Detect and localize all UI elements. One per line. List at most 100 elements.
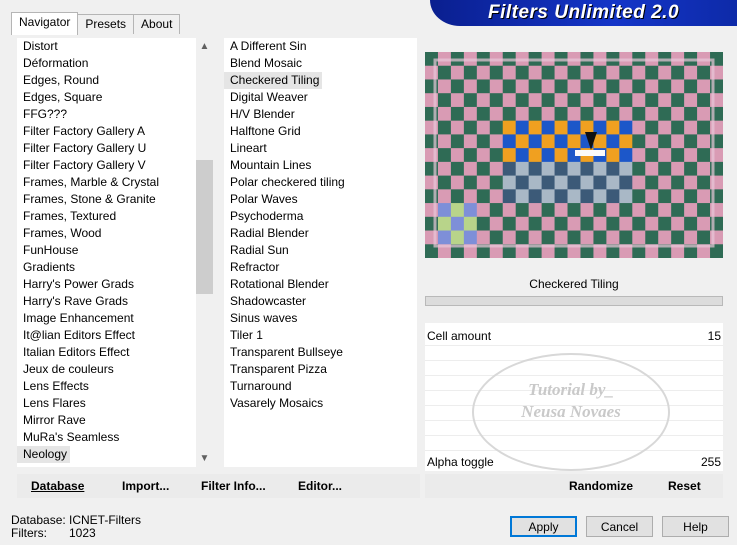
preview-cell (606, 175, 620, 190)
chevron-down-icon[interactable]: ▼ (196, 450, 213, 467)
category-item[interactable]: Image Enhancement (17, 310, 213, 327)
filter-item[interactable]: Radial Sun (224, 242, 417, 259)
category-item[interactable]: Gradients (17, 259, 213, 276)
preview-cell (645, 93, 659, 108)
preview-cell (632, 148, 646, 163)
randomize-button[interactable]: Randomize (569, 474, 633, 498)
category-item[interactable]: MuRa's Seamless (17, 429, 213, 446)
filter-item[interactable]: Refractor (224, 259, 417, 276)
preview-cell (580, 203, 594, 218)
reset-button[interactable]: Reset (668, 474, 701, 498)
category-item[interactable]: Frames, Textured (17, 208, 213, 225)
preview-cell (437, 120, 452, 135)
filter-item[interactable]: H/V Blender (224, 106, 417, 123)
category-item[interactable]: Edges, Square (17, 89, 213, 106)
filter-item[interactable]: Rotational Blender (224, 276, 417, 293)
database-button[interactable]: Database (31, 474, 84, 498)
category-item[interactable]: Filter Factory Gallery V (17, 157, 213, 174)
preview-cell (658, 79, 672, 94)
filter-item[interactable]: Polar checkered tiling (224, 174, 417, 191)
category-item[interactable]: Déformation (17, 55, 213, 72)
category-item[interactable]: Lens Effects (17, 378, 213, 395)
category-item[interactable]: Italian Editors Effect (17, 344, 213, 361)
filter-list[interactable]: A Different Sin Blend Mosaic Checkered Til… (224, 38, 417, 467)
filter-item[interactable]: Digital Weaver (224, 89, 417, 106)
filter-item[interactable]: Transparent Pizza (224, 361, 417, 378)
category-item[interactable]: Harry's Rave Grads (17, 293, 213, 310)
preview-cell (463, 161, 478, 177)
param-row-cell-amount[interactable]: Cell amount 15 (427, 328, 721, 344)
filter-item[interactable]: Lineart (224, 140, 417, 157)
preview-cell (450, 230, 465, 245)
filter-item[interactable]: Halftone Grid (224, 123, 417, 140)
category-item[interactable]: Frames, Wood (17, 225, 213, 242)
tab-presets[interactable]: Presets (77, 14, 135, 34)
preview-cell (697, 230, 711, 245)
help-button[interactable]: Help (662, 516, 729, 537)
import-button[interactable]: Import... (122, 474, 169, 498)
tab-about[interactable]: About (133, 14, 181, 34)
category-item[interactable]: Neology (17, 446, 213, 463)
preview-cell (580, 161, 594, 177)
filter-info-button[interactable]: Filter Info... (201, 474, 266, 498)
preview-cell (515, 175, 530, 190)
category-list[interactable]: Distort Déformation Edges, Round Edges, Squ… (17, 38, 213, 467)
chevron-up-icon[interactable]: ▲ (196, 38, 213, 55)
preview-cell (554, 65, 569, 80)
preview-cell (658, 148, 672, 163)
filter-item[interactable]: Blend Mosaic (224, 55, 417, 72)
category-item[interactable]: Edges, Round (17, 72, 213, 89)
category-item[interactable]: Jeux de couleurs (17, 361, 213, 378)
preview-cell (515, 189, 530, 204)
preview-cell (502, 93, 517, 108)
preview-cell (697, 134, 711, 149)
filter-item[interactable]: Tiler 1 (224, 327, 417, 344)
filter-item[interactable]: Psychoderma (224, 208, 417, 225)
cancel-button[interactable]: Cancel (586, 516, 653, 537)
preview-cell (580, 93, 594, 108)
category-item[interactable]: Lens Flares (17, 395, 213, 412)
preview-cell (645, 216, 659, 232)
category-item[interactable]: Distort (17, 38, 213, 55)
category-item[interactable]: FFG??? (17, 106, 213, 123)
filter-item[interactable]: Checkered Tiling (224, 72, 417, 89)
preview-cell (476, 134, 491, 149)
category-item[interactable]: It@lian Editors Effect (17, 327, 213, 344)
preview-cell (515, 120, 530, 135)
scroll-thumb[interactable] (196, 160, 213, 294)
preview-cell (580, 79, 594, 94)
progress-bar (425, 296, 723, 306)
filter-item[interactable]: Sinus waves (224, 310, 417, 327)
preview-cell (528, 148, 543, 163)
filter-item[interactable]: Mountain Lines (224, 157, 417, 174)
filter-item[interactable]: Radial Blender (224, 225, 417, 242)
tab-navigator[interactable]: Navigator (11, 12, 79, 35)
category-item[interactable]: Filter Factory Gallery U (17, 140, 213, 157)
preview-cell (619, 203, 633, 218)
category-item[interactable]: Harry's Power Grads (17, 276, 213, 293)
preview-cell (658, 161, 672, 177)
category-item[interactable]: Frames, Marble & Crystal (17, 174, 213, 191)
preview-cell (528, 216, 543, 232)
preview-cell (489, 175, 504, 190)
preview-cell (671, 216, 685, 232)
editor-button[interactable]: Editor... (298, 474, 342, 498)
category-item[interactable]: Filter Factory Gallery A (17, 123, 213, 140)
filter-item[interactable]: Transparent Bullseye (224, 344, 417, 361)
filter-item[interactable]: A Different Sin (224, 38, 417, 55)
preview-cell (515, 106, 530, 122)
preview-cell (489, 189, 504, 204)
preview-cell (632, 175, 646, 190)
category-item[interactable]: Frames, Stone & Granite (17, 191, 213, 208)
category-item[interactable]: FunHouse (17, 242, 213, 259)
apply-button[interactable]: Apply (510, 516, 577, 537)
category-item[interactable]: Mirror Rave (17, 412, 213, 429)
right-toolbar: Randomize Reset (425, 474, 723, 498)
preview-cell (450, 79, 465, 94)
filter-item[interactable]: Polar Waves (224, 191, 417, 208)
preview-cell (463, 79, 478, 94)
category-scrollbar[interactable]: ▲ ▼ (196, 38, 213, 467)
filter-item[interactable]: Shadowcaster (224, 293, 417, 310)
filter-item[interactable]: Vasarely Mosaics (224, 395, 417, 412)
filter-item[interactable]: Turnaround (224, 378, 417, 395)
